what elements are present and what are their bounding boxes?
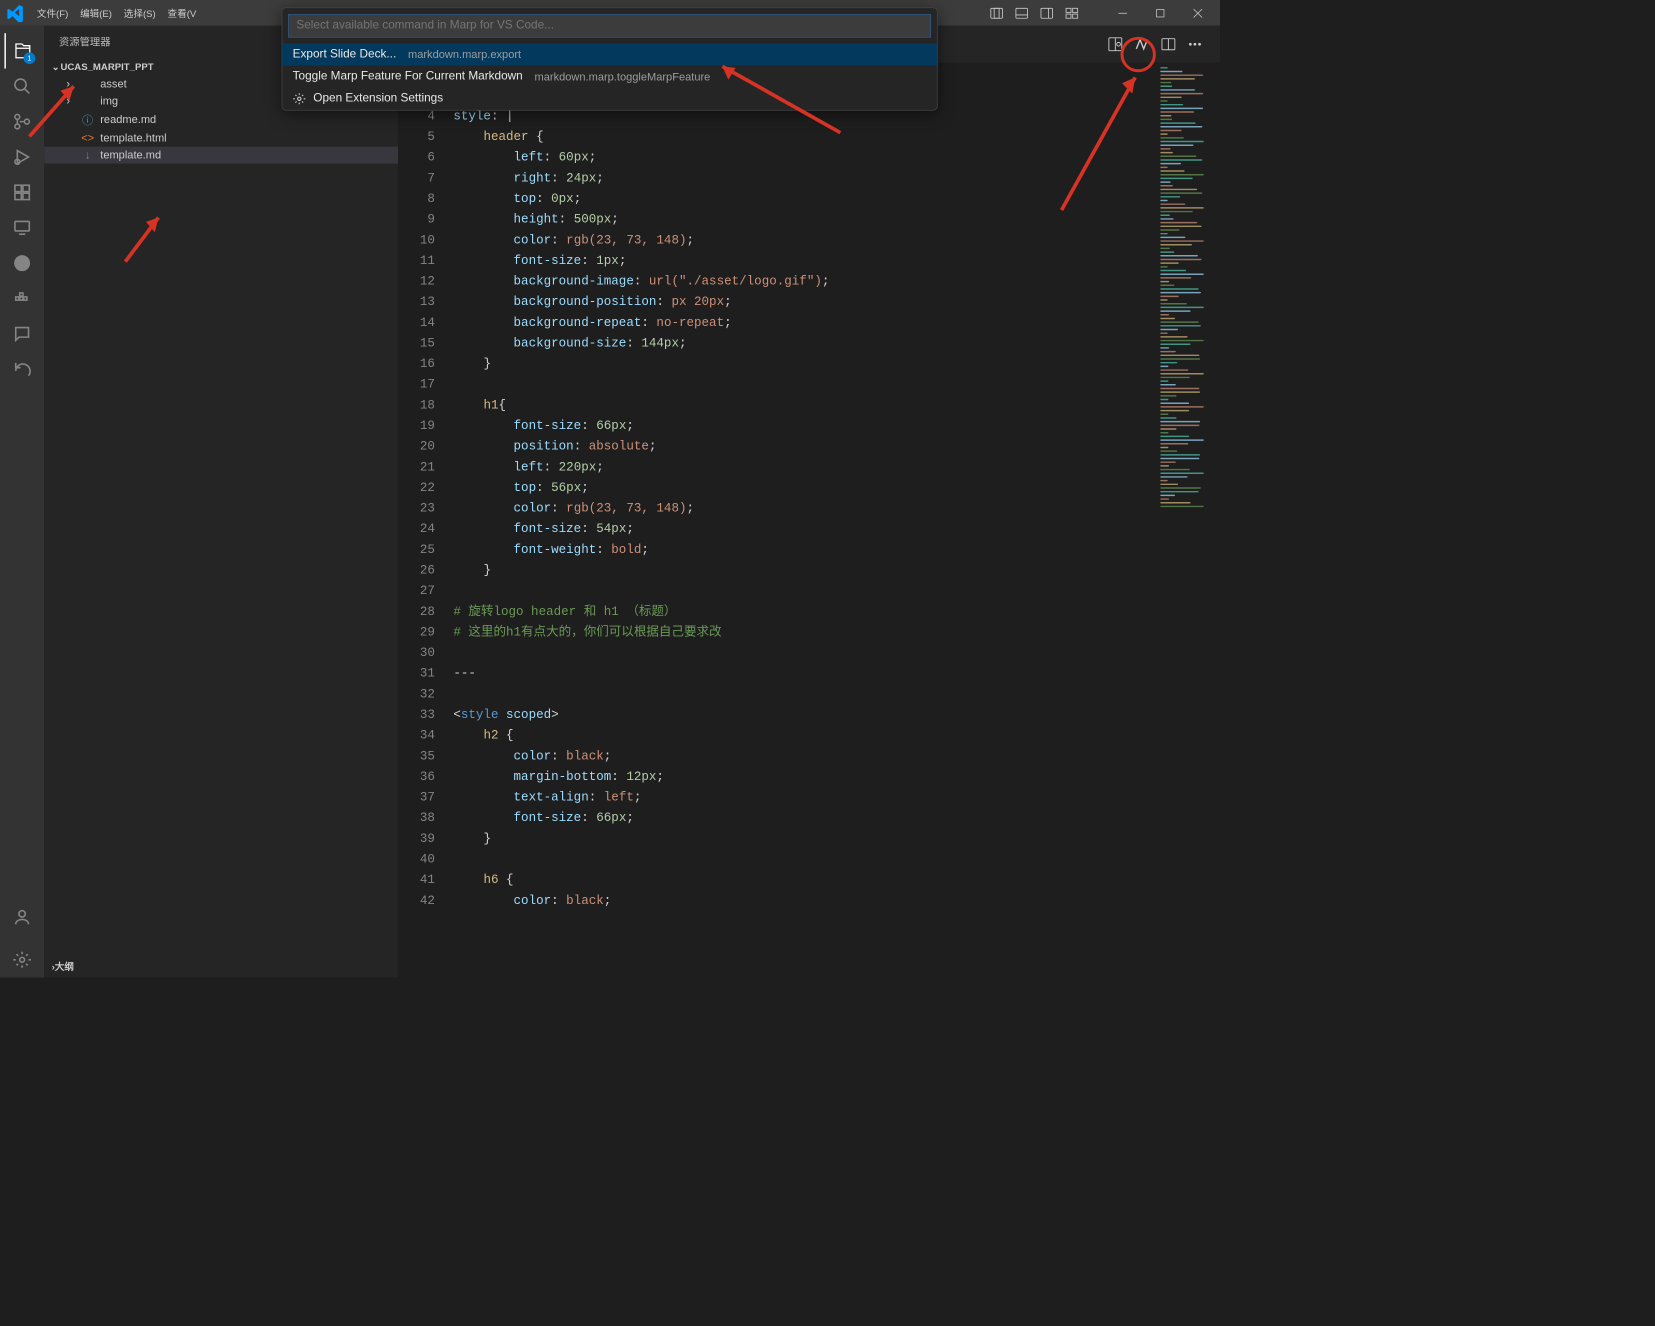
tree-item-readme.md[interactable]: ⓘreadme.md [44,110,398,130]
marp-icon[interactable] [1132,34,1153,55]
activity-explorer-icon[interactable]: 1 [4,33,39,68]
menu-select[interactable]: 选择(S) [118,6,162,20]
activity-scm-icon[interactable] [4,104,39,139]
layout-sidebar-right-icon[interactable] [1036,3,1057,24]
activity-github-icon[interactable] [4,245,39,280]
activity-remote-icon[interactable] [4,210,39,245]
sidebar: 资源管理器 ⌄UCAS_MARPIT_PPT ›asset›imgⓘreadme… [44,26,398,978]
activity-settings-icon[interactable] [4,942,39,977]
project-name: UCAS_MARPIT_PPT [60,61,153,72]
activity-debug-icon[interactable] [4,139,39,174]
preview-icon[interactable] [1105,34,1126,55]
window-maximize-button[interactable] [1143,0,1176,26]
split-editor-icon[interactable] [1158,34,1179,55]
command-palette-input[interactable] [288,14,931,38]
layout-grid-icon[interactable] [1062,3,1083,24]
sidebar-outline-header[interactable]: ›大纲 [44,955,398,978]
line-gutter: 2345678910111213141516171819202122232425… [398,63,453,978]
more-actions-icon[interactable] [1185,34,1206,55]
menu-edit[interactable]: 编辑(E) [74,6,118,20]
code-content[interactable]: marp: falsepaginate: turestyle: | header… [453,63,1157,978]
menu-file[interactable]: 文件(F) [31,6,74,20]
palette-item[interactable]: Export Slide Deck...markdown.marp.export [282,43,937,65]
layout-panel-bottom-icon[interactable] [1011,3,1032,24]
activity-account-icon[interactable] [4,899,39,934]
vscode-icon [6,4,24,22]
activity-comment-icon[interactable] [4,316,39,351]
window-close-button[interactable] [1181,0,1214,26]
menu-view[interactable]: 查看(V [162,6,203,20]
activity-search-icon[interactable] [4,69,39,104]
main-area: 1 资源管理器 ⌄UCAS_MARPIT_PPT ›asset›imgⓘread… [0,26,1220,978]
activity-extensions-icon[interactable] [4,175,39,210]
palette-item[interactable]: Open Extension Settings [282,88,937,110]
activity-timeline-icon[interactable] [4,352,39,387]
minimap[interactable] [1157,63,1220,978]
tree-item-template.html[interactable]: <>template.html [44,130,398,147]
layout-centered-icon[interactable] [986,3,1007,24]
activity-docker-icon[interactable] [4,281,39,316]
explorer-badge: 1 [24,52,36,64]
tree-item-template.md[interactable]: ↓template.md [44,147,398,164]
activitybar: 1 [0,26,44,978]
outline-label: 大纲 [55,961,74,972]
palette-item[interactable]: Toggle Marp Feature For Current Markdown… [282,66,937,88]
editor-body: 2345678910111213141516171819202122232425… [398,63,1220,978]
editor-area: 2345678910111213141516171819202122232425… [398,26,1220,978]
window-minimize-button[interactable] [1106,0,1139,26]
command-palette: Export Slide Deck...markdown.marp.export… [282,7,938,110]
